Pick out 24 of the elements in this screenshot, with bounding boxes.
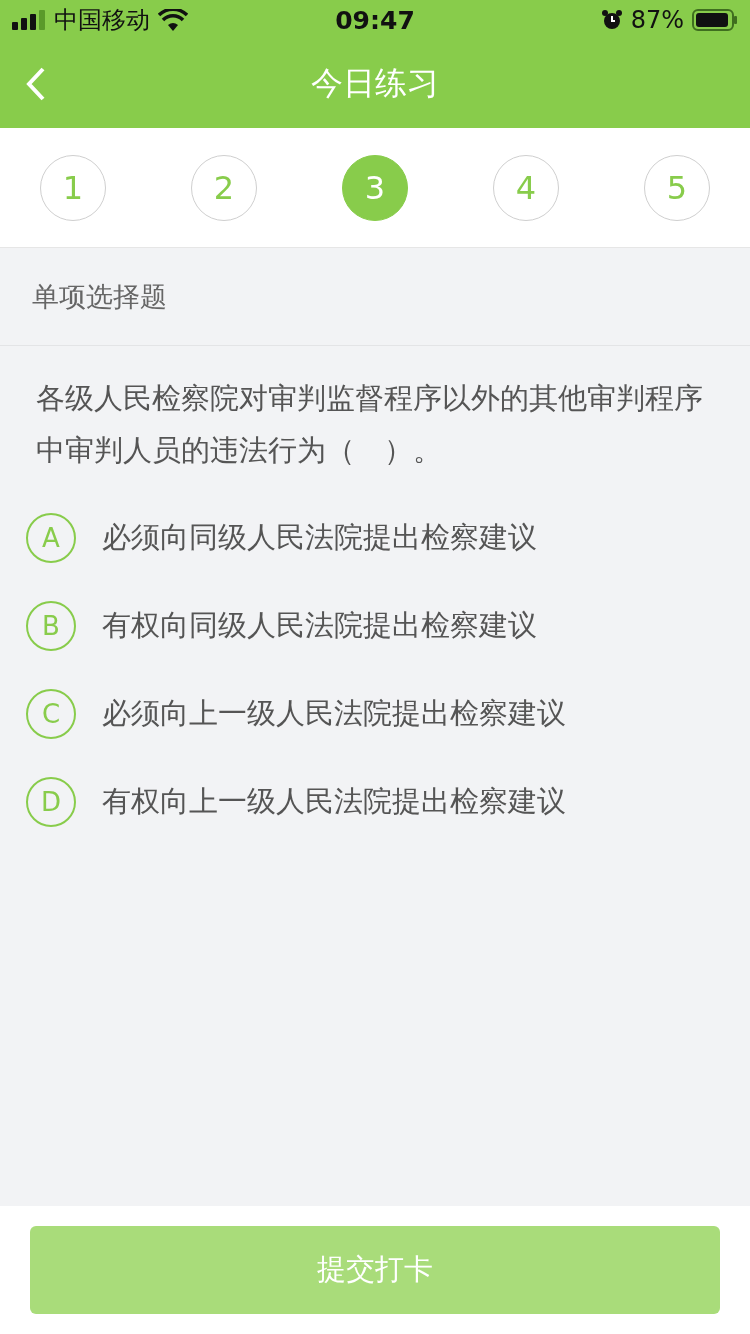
clock-time: 09:47 xyxy=(335,5,415,35)
option-text[interactable]: 有权向上一级人民法院提出检察建议 xyxy=(102,782,566,822)
question-number-tab[interactable]: 5 xyxy=(644,154,710,221)
question-number-tab[interactable]: 4 xyxy=(493,154,559,221)
option-letter[interactable]: C xyxy=(26,689,76,739)
battery-percent: 87% xyxy=(630,6,684,34)
back-icon xyxy=(26,67,46,101)
question-number-tab[interactable]: 2 xyxy=(191,154,257,221)
option-text[interactable]: 必须向同级人民法院提出检察建议 xyxy=(102,518,537,558)
question-text: 各级人民检察院对审判监督程序以外的其他审判程序中审判人员的违法行为（ ）。 xyxy=(36,380,704,469)
section-title: 单项选择题 xyxy=(32,279,167,314)
question-number-tab[interactable]: 3 xyxy=(342,154,408,221)
wifi-icon xyxy=(158,9,188,31)
carrier-name: 中国移动 xyxy=(54,5,150,36)
alarm-clock-icon xyxy=(600,9,623,31)
signal-icon xyxy=(12,10,46,30)
option-text[interactable]: 有权向同级人民法院提出检察建议 xyxy=(102,606,537,646)
battery-icon xyxy=(692,9,738,31)
option-letter[interactable]: B xyxy=(26,601,76,651)
option-letter[interactable]: A xyxy=(26,513,76,563)
question-number-tab[interactable]: 1 xyxy=(40,154,106,221)
page-title: 今日练习 xyxy=(311,63,439,104)
option-text[interactable]: 必须向上一级人民法院提出检察建议 xyxy=(102,694,566,734)
option-letter[interactable]: D xyxy=(26,777,76,827)
